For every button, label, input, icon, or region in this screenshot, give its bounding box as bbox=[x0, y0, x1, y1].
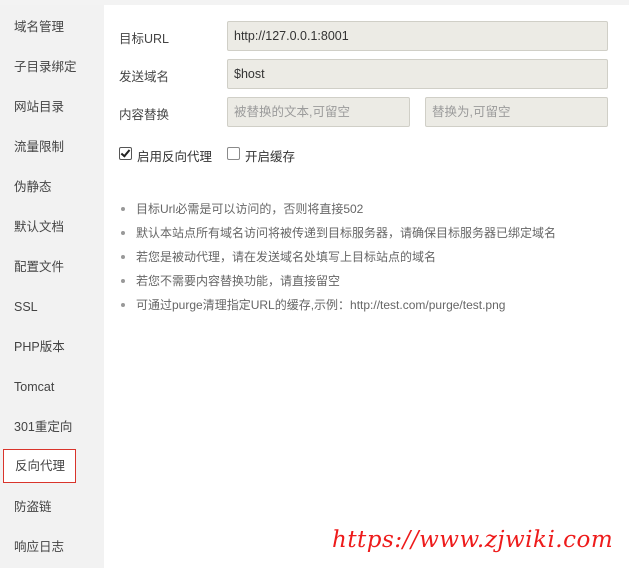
tips-list: 目标Url必需是可以访问的，否则将直接502 默认本站点所有域名访问将被传递到目… bbox=[121, 201, 556, 321]
content-replace-label: 内容替换 bbox=[119, 108, 170, 122]
tip-text: 可通过purge清理指定URL的缓存,示例：http://test.com/pu… bbox=[136, 298, 506, 312]
list-item: 若您是被动代理，请在发送域名处填写上目标站点的域名 bbox=[121, 249, 556, 273]
bullet-icon bbox=[121, 231, 125, 235]
sidebar-item-ssl[interactable]: SSL bbox=[0, 287, 104, 327]
tip-text: 目标Url必需是可以访问的，否则将直接502 bbox=[136, 202, 364, 216]
sidebar-item-php-version[interactable]: PHP版本 bbox=[0, 327, 104, 367]
sidebar-item-config-file[interactable]: 配置文件 bbox=[0, 247, 104, 287]
send-domain-input[interactable] bbox=[227, 59, 608, 89]
sidebar-item-tomcat[interactable]: Tomcat bbox=[0, 367, 104, 407]
bullet-icon bbox=[121, 207, 125, 211]
sidebar-item-traffic-limit[interactable]: 流量限制 bbox=[0, 127, 104, 167]
enable-proxy-checkbox[interactable] bbox=[119, 147, 132, 160]
sidebar-item-rewrite[interactable]: 伪静态 bbox=[0, 167, 104, 207]
target-url-label: 目标URL bbox=[119, 32, 170, 46]
list-item: 默认本站点所有域名访问将被传递到目标服务器，请确保目标服务器已绑定域名 bbox=[121, 225, 556, 249]
replace-from-input[interactable] bbox=[227, 97, 410, 127]
sidebar-item-301-redirect[interactable]: 301重定向 bbox=[0, 407, 104, 447]
sidebar-item-site-directory[interactable]: 网站目录 bbox=[0, 87, 104, 127]
sidebar-item-hotlink-protection[interactable]: 防盗链 bbox=[0, 487, 104, 527]
send-domain-label: 发送域名 bbox=[119, 70, 170, 84]
enable-cache-checkbox[interactable] bbox=[227, 147, 240, 160]
list-item: 目标Url必需是可以访问的，否则将直接502 bbox=[121, 201, 556, 225]
sidebar-item-default-document[interactable]: 默认文档 bbox=[0, 207, 104, 247]
reverse-proxy-panel: 目标URL 发送域名 内容替换 启用反向代理 开启缓存 目标Url必需是可以访问… bbox=[104, 5, 629, 568]
bullet-icon bbox=[121, 303, 125, 307]
list-item: 若您不需要内容替换功能，请直接留空 bbox=[121, 273, 556, 297]
sidebar-item-subdirectory-binding[interactable]: 子目录绑定 bbox=[0, 47, 104, 87]
bullet-icon bbox=[121, 279, 125, 283]
sidebar-item-domain-management[interactable]: 域名管理 bbox=[0, 7, 104, 47]
sidebar-item-response-log[interactable]: 响应日志 bbox=[0, 527, 104, 567]
check-icon bbox=[120, 147, 131, 158]
enable-cache-label[interactable]: 开启缓存 bbox=[245, 146, 295, 165]
list-item: 可通过purge清理指定URL的缓存,示例：http://test.com/pu… bbox=[121, 297, 556, 321]
target-url-input[interactable] bbox=[227, 21, 608, 51]
tip-text: 若您是被动代理，请在发送域名处填写上目标站点的域名 bbox=[136, 250, 437, 264]
tip-text: 若您不需要内容替换功能，请直接留空 bbox=[136, 274, 341, 288]
enable-proxy-label[interactable]: 启用反向代理 bbox=[137, 146, 212, 165]
bullet-icon bbox=[121, 255, 125, 259]
replace-to-input[interactable] bbox=[425, 97, 608, 127]
sidebar-item-reverse-proxy[interactable]: 反向代理 bbox=[3, 449, 76, 483]
site-watermark: https://www.zjwiki.com bbox=[332, 527, 614, 553]
tip-text: 默认本站点所有域名访问将被传递到目标服务器，请确保目标服务器已绑定域名 bbox=[136, 226, 557, 240]
settings-sidebar: 域名管理 子目录绑定 网站目录 流量限制 伪静态 默认文档 配置文件 SSL P… bbox=[0, 5, 104, 568]
